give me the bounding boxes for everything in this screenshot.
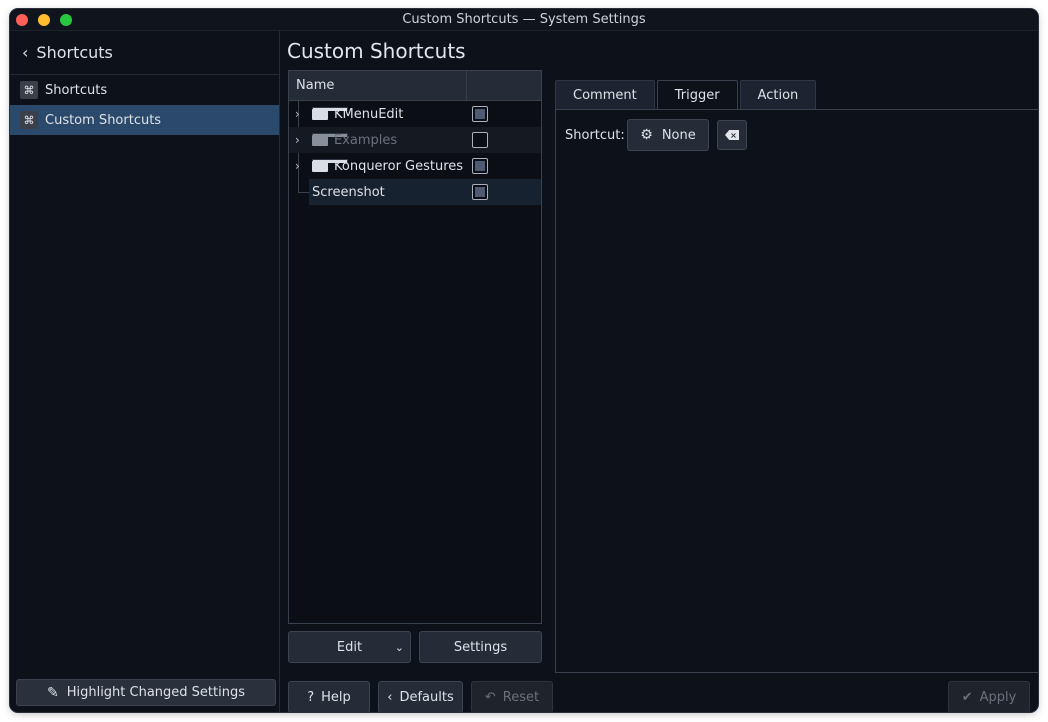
sidebar: ‹ Shortcuts ⌘ Shortcuts ⌘ Custom Shortcu… — [10, 31, 280, 712]
shortcut-capture-button[interactable]: ⚙ None — [627, 119, 709, 151]
sidebar-back-button[interactable]: ‹ Shortcuts — [10, 31, 279, 75]
chevron-down-icon: ⌄ — [394, 640, 404, 654]
tree-branch-line — [298, 192, 309, 193]
system-settings-window: Custom Shortcuts — System Settings ‹ Sho… — [10, 9, 1038, 712]
defaults-button-label: Defaults — [399, 689, 454, 705]
tree-header: Name — [289, 71, 541, 101]
help-button-label: Help — [321, 689, 351, 705]
command-key-icon: ⌘ — [20, 111, 38, 129]
tree-row-label: Examples — [334, 132, 398, 148]
tab-bar: Comment Trigger Action — [555, 80, 818, 110]
shortcut-label: Shortcut: — [565, 128, 625, 143]
chevron-left-icon: ‹ — [387, 689, 393, 705]
reset-button-label: Reset — [502, 689, 540, 705]
highlight-changed-settings-button[interactable]: ✎ Highlight Changed Settings — [16, 679, 276, 706]
tree-row-examples[interactable]: › Examples — [289, 127, 541, 153]
tree-row-screenshot[interactable]: Screenshot — [309, 179, 541, 205]
column-header-enabled[interactable] — [467, 71, 541, 100]
tree-row-label: KMenuEdit — [334, 106, 404, 122]
enable-checkbox[interactable] — [472, 106, 488, 122]
folder-icon — [312, 159, 348, 172]
edit-button-label: Edit — [336, 639, 363, 655]
tab-action[interactable]: Action — [739, 80, 817, 109]
tree-row-label: Screenshot — [312, 184, 385, 200]
expand-chevron-icon[interactable]: › — [295, 159, 300, 173]
main-panel: Custom Shortcuts Name › KMenuEdit › Exam… — [281, 31, 1038, 712]
gear-icon: ⚙ — [640, 127, 653, 143]
enable-checkbox[interactable] — [472, 184, 488, 200]
sidebar-item-custom-shortcuts[interactable]: ⌘ Custom Shortcuts — [10, 105, 279, 135]
edit-dropdown-button[interactable]: Edit ⌄ — [288, 631, 411, 663]
sidebar-item-shortcuts[interactable]: ⌘ Shortcuts — [10, 75, 279, 105]
maximize-window-button[interactable] — [60, 14, 72, 26]
reset-button[interactable]: ↶ Reset — [471, 681, 553, 712]
sidebar-item-label: Shortcuts — [45, 82, 108, 98]
tab-label: Action — [757, 87, 799, 103]
apply-button-label: Apply — [979, 689, 1017, 705]
expand-chevron-icon[interactable]: › — [295, 107, 300, 121]
tab-trigger[interactable]: Trigger — [656, 80, 738, 110]
window-controls — [16, 14, 72, 26]
tree-row-label: Konqueror Gestures — [334, 158, 464, 174]
defaults-button[interactable]: ‹ Defaults — [378, 681, 463, 712]
command-key-icon: ⌘ — [20, 81, 38, 99]
tab-label: Comment — [573, 87, 637, 103]
expand-chevron-icon[interactable]: › — [295, 133, 300, 147]
undo-icon: ↶ — [484, 689, 496, 705]
tab-label: Trigger — [674, 88, 720, 103]
sidebar-item-label: Custom Shortcuts — [45, 112, 162, 128]
title-bar: Custom Shortcuts — System Settings — [10, 9, 1038, 31]
folder-icon — [312, 133, 348, 146]
tree-row-kmenuedit[interactable]: › KMenuEdit — [289, 101, 541, 127]
clear-shortcut-button[interactable]: × — [717, 120, 747, 150]
shortcuts-tree[interactable]: Name › KMenuEdit › Examples › Konqueror … — [288, 70, 542, 624]
close-window-button[interactable] — [16, 14, 28, 26]
sidebar-back-label: Shortcuts — [36, 43, 113, 62]
pen-icon: ✎ — [46, 684, 59, 701]
highlight-changed-settings-label: Highlight Changed Settings — [66, 685, 246, 700]
apply-button[interactable]: ✔ Apply — [948, 681, 1030, 712]
page-title: Custom Shortcuts — [287, 39, 466, 63]
settings-button-label: Settings — [453, 639, 508, 655]
trigger-panel: Shortcut: ⚙ None × — [555, 109, 1038, 673]
minimize-window-button[interactable] — [38, 14, 50, 26]
chevron-left-icon: ‹ — [22, 43, 29, 62]
settings-button[interactable]: Settings — [419, 631, 542, 663]
tab-comment[interactable]: Comment — [555, 80, 655, 109]
help-icon: ? — [307, 689, 315, 705]
tree-row-konqueror-gestures[interactable]: › Konqueror Gestures — [289, 153, 541, 179]
enable-checkbox[interactable] — [472, 158, 488, 174]
column-header-name[interactable]: Name — [289, 71, 467, 100]
shortcut-value: None — [661, 127, 696, 143]
checkmark-icon: ✔ — [961, 689, 973, 705]
window-title: Custom Shortcuts — System Settings — [402, 12, 646, 27]
help-button[interactable]: ? Help — [288, 681, 370, 712]
backspace-clear-icon: × — [725, 130, 739, 140]
folder-icon — [312, 107, 348, 120]
enable-checkbox[interactable] — [472, 132, 488, 148]
